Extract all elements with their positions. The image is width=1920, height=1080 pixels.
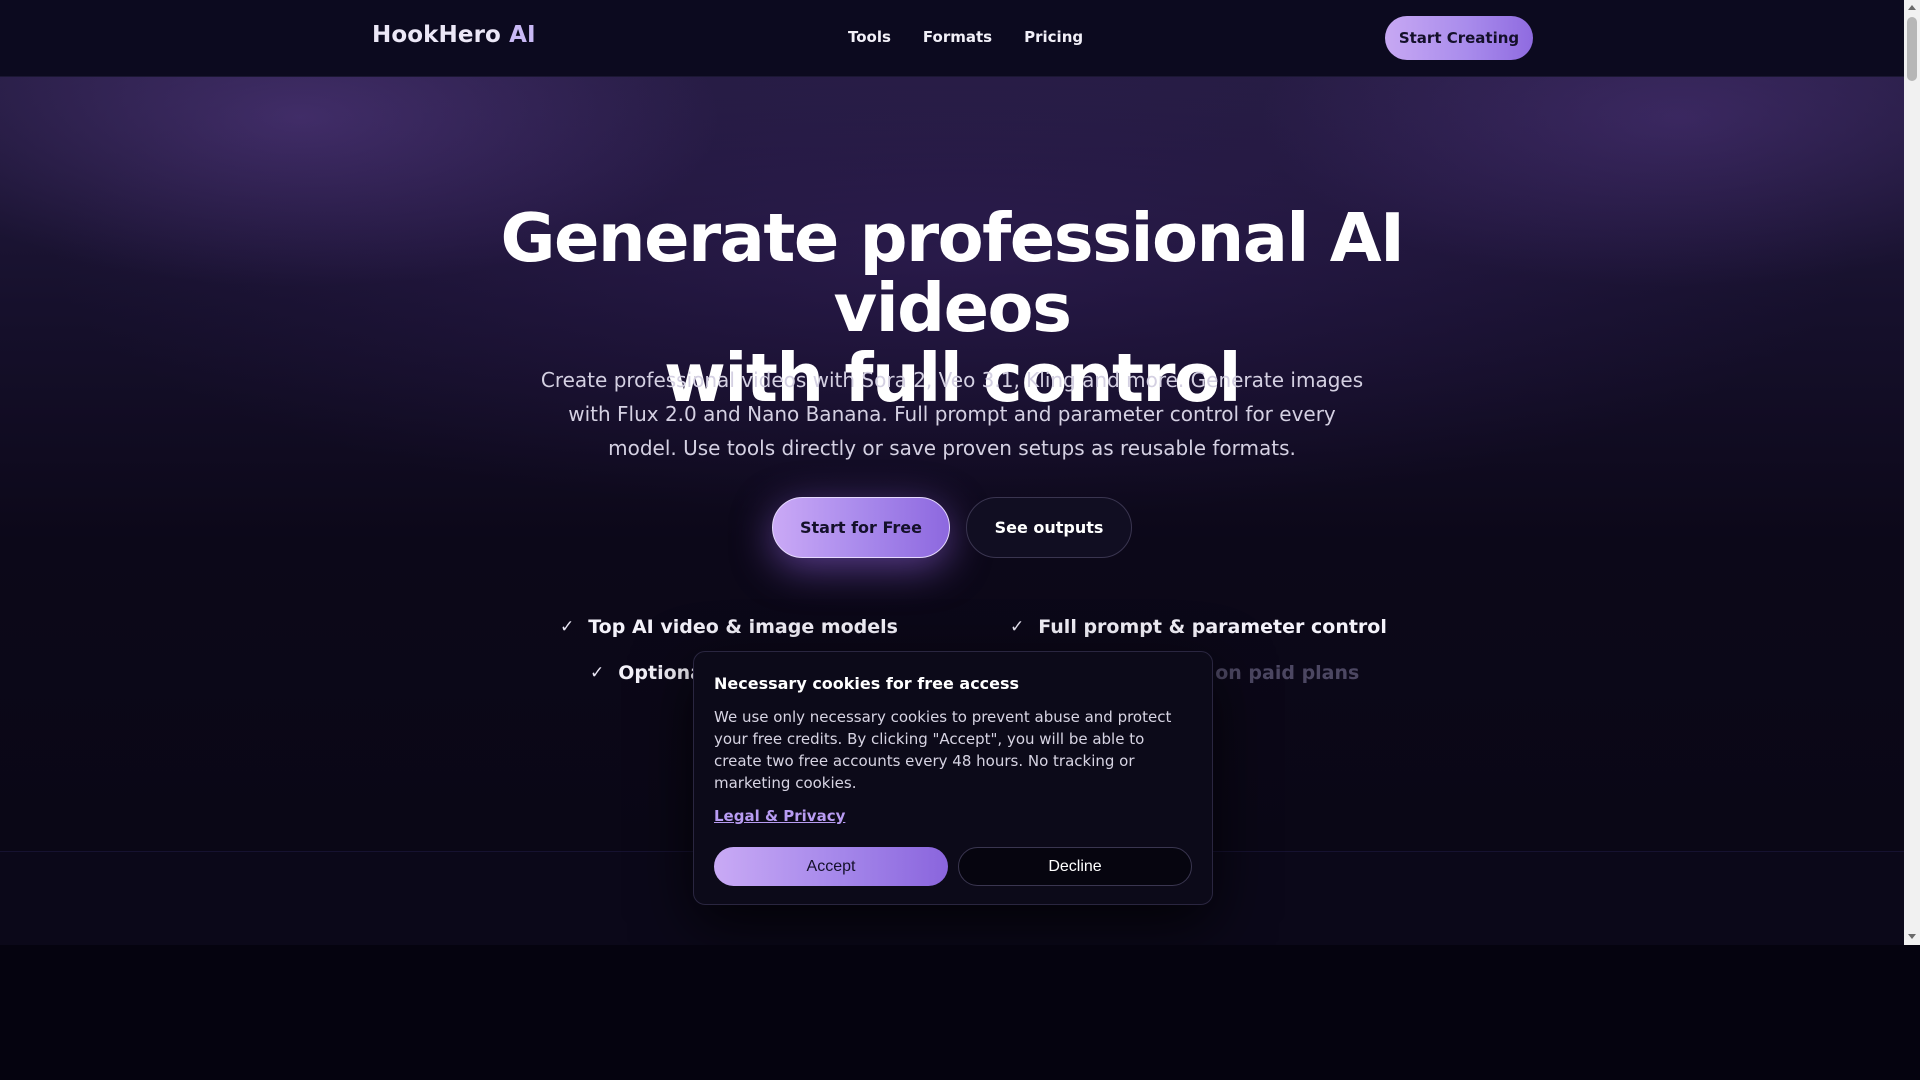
- feature-item-control: ✓ Full prompt & parameter control: [1010, 616, 1387, 638]
- start-creating-button[interactable]: Start Creating: [1385, 16, 1533, 60]
- start-for-free-button[interactable]: Start for Free: [772, 497, 950, 558]
- cookie-dialog-body: We use only necessary cookies to prevent…: [714, 708, 1172, 792]
- browser-viewport: HookHero AI Tools Formats Pricing Start …: [0, 0, 1904, 945]
- check-icon: ✓: [560, 617, 575, 637]
- brand-logo[interactable]: HookHero AI: [372, 22, 536, 48]
- check-icon: ✓: [590, 663, 605, 683]
- hero-subtitle: Create professional videos with Sora 2, …: [540, 368, 1364, 460]
- top-navbar: HookHero AI Tools Formats Pricing Start …: [0, 0, 1904, 77]
- scroll-up-arrow-icon[interactable]: [1908, 5, 1916, 10]
- feature-label: Full prompt & parameter control: [1038, 616, 1387, 638]
- feature-label: Optiona: [618, 662, 703, 684]
- nav-link-formats[interactable]: Formats: [923, 28, 992, 46]
- brand-suffix: AI: [509, 22, 536, 48]
- scroll-down-arrow-icon[interactable]: [1908, 934, 1916, 939]
- cookie-consent-dialog: Necessary cookies for free access We use…: [693, 651, 1213, 905]
- feature-item-models: ✓ Top AI video & image models: [560, 616, 898, 638]
- check-icon: ✓: [1010, 617, 1025, 637]
- brand-name: HookHero: [372, 22, 501, 48]
- nav-link-pricing[interactable]: Pricing: [1024, 28, 1083, 46]
- hero-title-line-1: Generate professional AI videos: [500, 199, 1405, 347]
- nav-links: Tools Formats Pricing: [848, 28, 1083, 46]
- decline-cookies-button[interactable]: Decline: [958, 847, 1192, 886]
- accept-cookies-button[interactable]: Accept: [714, 847, 948, 886]
- feature-item-optional: ✓ Optiona: [590, 662, 703, 684]
- legal-privacy-link[interactable]: Legal & Privacy: [714, 807, 845, 825]
- nav-link-tools[interactable]: Tools: [848, 28, 891, 46]
- feature-label: Top AI video & image models: [588, 616, 898, 638]
- page-scrollbar[interactable]: [1904, 0, 1920, 945]
- see-outputs-button[interactable]: See outputs: [966, 497, 1132, 558]
- scrollbar-thumb[interactable]: [1907, 17, 1917, 81]
- cookie-dialog-title: Necessary cookies for free access: [714, 674, 1020, 693]
